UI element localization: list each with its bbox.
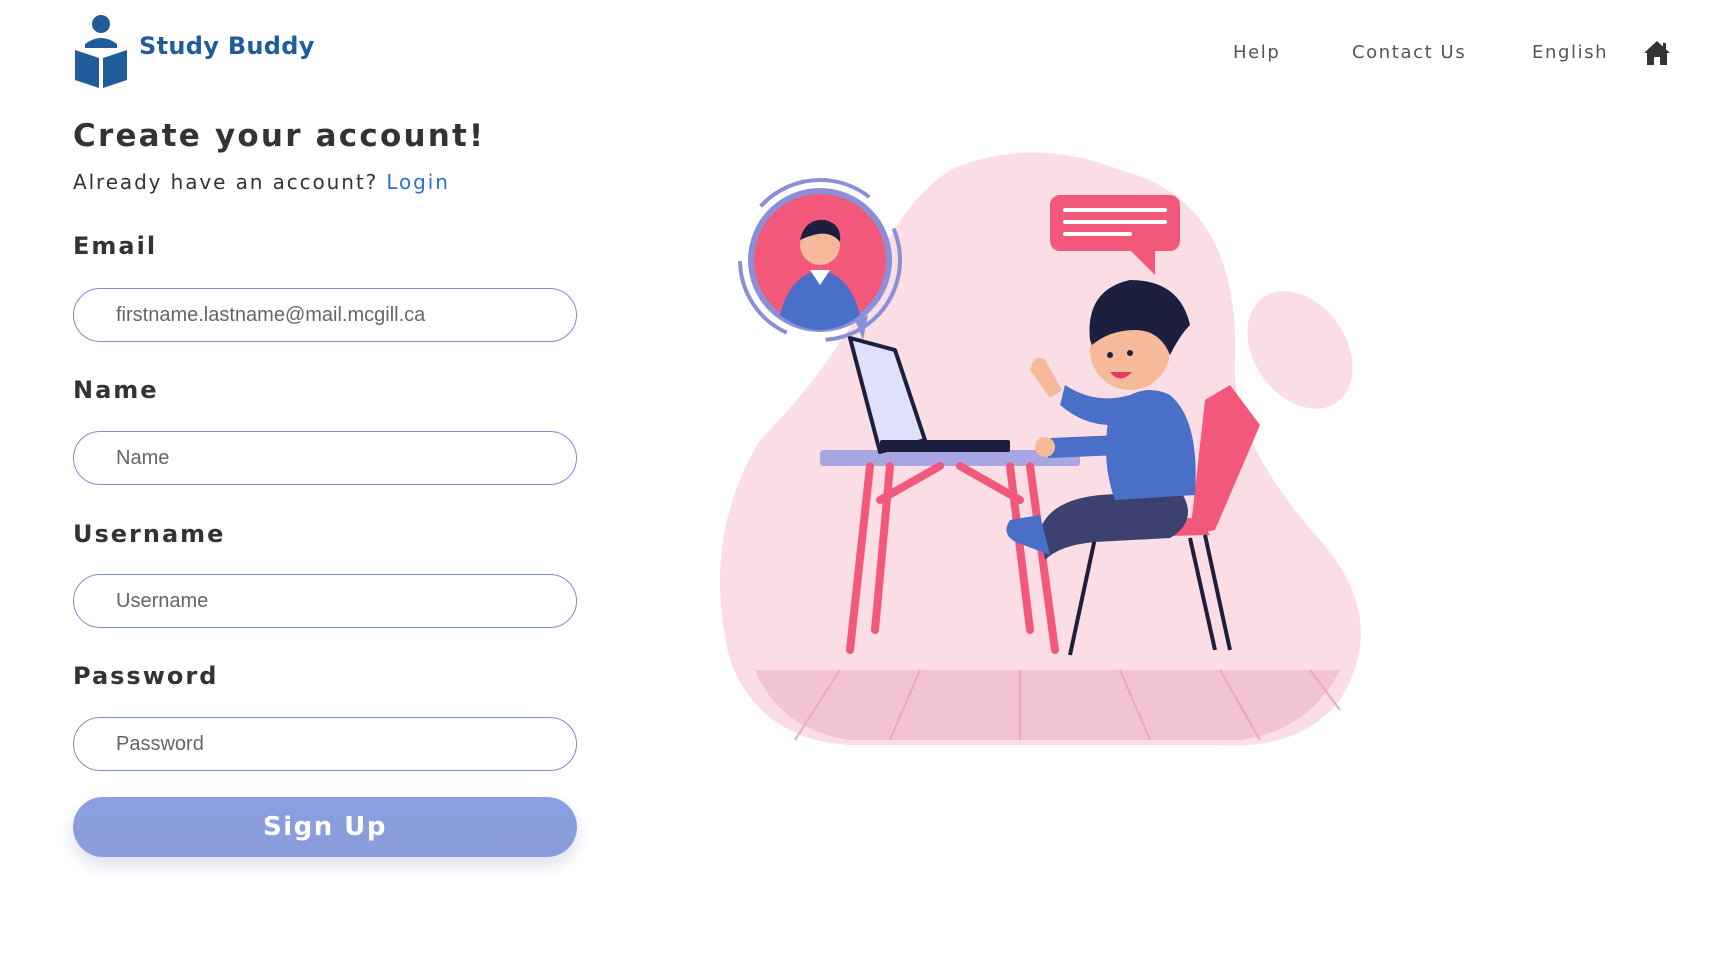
login-prompt: Already have an account? Login [73,170,450,194]
email-label: Email [73,232,158,260]
page-title: Create your account! [73,118,486,154]
illustration-video-call [700,140,1380,760]
password-field[interactable] [73,717,577,771]
language-selector[interactable]: English [1532,42,1608,63]
password-label: Password [73,662,219,690]
signup-button[interactable]: Sign Up [73,797,577,857]
nav-help-link[interactable]: Help [1233,42,1280,63]
student-laptop-illustration [720,152,1361,746]
username-label: Username [73,520,226,548]
username-field[interactable] [73,574,577,628]
top-nav: Help Contact Us English [0,40,1722,70]
login-link[interactable]: Login [386,170,449,194]
login-prompt-text: Already have an account? [73,170,379,194]
email-field[interactable] [73,288,577,342]
home-button[interactable] [1643,40,1671,66]
home-icon [1644,41,1670,65]
nav-contact-link[interactable]: Contact Us [1352,42,1466,63]
name-field[interactable] [73,431,577,485]
name-label: Name [73,376,159,404]
